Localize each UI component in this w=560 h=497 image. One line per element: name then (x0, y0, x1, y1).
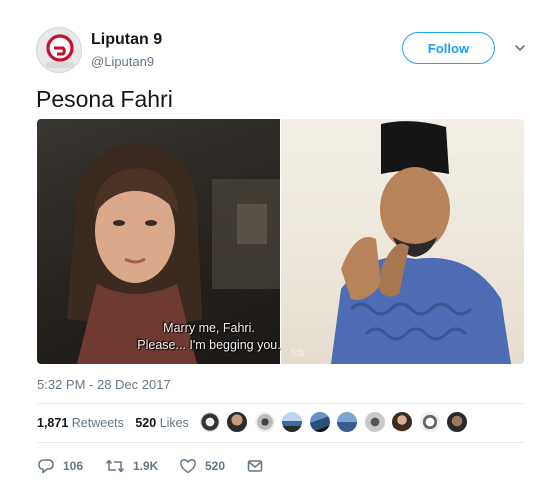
likes-label: Likes (159, 416, 189, 430)
liker-avatar[interactable] (418, 411, 441, 433)
likes-count: 520 (135, 416, 157, 430)
liker-avatar[interactable] (226, 411, 249, 433)
liker-avatar[interactable] (446, 411, 469, 433)
divider (37, 442, 524, 443)
liker-avatar[interactable] (363, 411, 386, 433)
retweets-label: Retweets (71, 416, 124, 430)
liker-avatar[interactable] (391, 411, 414, 433)
video-subtitle-line1: Marry me, Fahri. (163, 321, 255, 335)
liker-avatar[interactable] (308, 411, 331, 433)
user-name[interactable]: Liputan 9 (91, 31, 162, 49)
chevron-down-icon[interactable] (513, 41, 527, 55)
follow-button[interactable]: Follow (402, 32, 495, 64)
liker-avatar[interactable] (199, 411, 221, 433)
reply-count: 106 (63, 459, 84, 473)
reply-icon (38, 459, 54, 474)
retweet-action[interactable]: 1.9K (105, 456, 158, 476)
man-portrait-image (331, 121, 511, 364)
tweet-actions: 106 1.9K 520 (37, 456, 297, 476)
like-count: 520 (205, 459, 226, 473)
retweets-count: 1,871 (37, 416, 69, 430)
likes-stat[interactable]: 520 Likes (135, 416, 189, 430)
like-action[interactable]: 520 (179, 456, 225, 476)
liker-avatars (199, 411, 469, 435)
retweet-icon (105, 459, 125, 473)
tweet-media[interactable]: Marry me, Fahri. Please... I'm begging y… (37, 119, 524, 364)
media-left-panel: Marry me, Fahri. Please... I'm begging y… (37, 119, 281, 364)
divider (37, 403, 524, 404)
tweet-timestamp[interactable]: 5:32 PM - 28 Dec 2017 (37, 377, 171, 392)
image-watermark: fcb (291, 348, 305, 359)
retweet-count: 1.9K (133, 459, 159, 473)
direct-message-action[interactable] (247, 456, 271, 476)
retweets-stat[interactable]: 1,871 Retweets (37, 416, 124, 430)
media-right-panel: fcb (281, 119, 524, 364)
like-icon (180, 459, 196, 474)
liker-avatar[interactable] (281, 411, 304, 433)
reply-action[interactable]: 106 (37, 456, 83, 476)
direct-message-icon (247, 460, 263, 472)
liker-avatar[interactable] (253, 411, 276, 433)
avatar[interactable] (36, 27, 82, 73)
tweet-text: Pesona Fahri (36, 86, 173, 112)
liputan9-logo-icon (46, 34, 74, 68)
liker-avatar[interactable] (336, 411, 359, 433)
tweet-stats: 1,871 Retweets 520 Likes (37, 416, 197, 430)
user-handle[interactable]: @Liputan9 (91, 54, 154, 69)
tweet-header: Liputan 9 @Liputan9 Follow (36, 22, 540, 78)
video-subtitle-line2: Please... I'm begging you. (137, 338, 281, 352)
